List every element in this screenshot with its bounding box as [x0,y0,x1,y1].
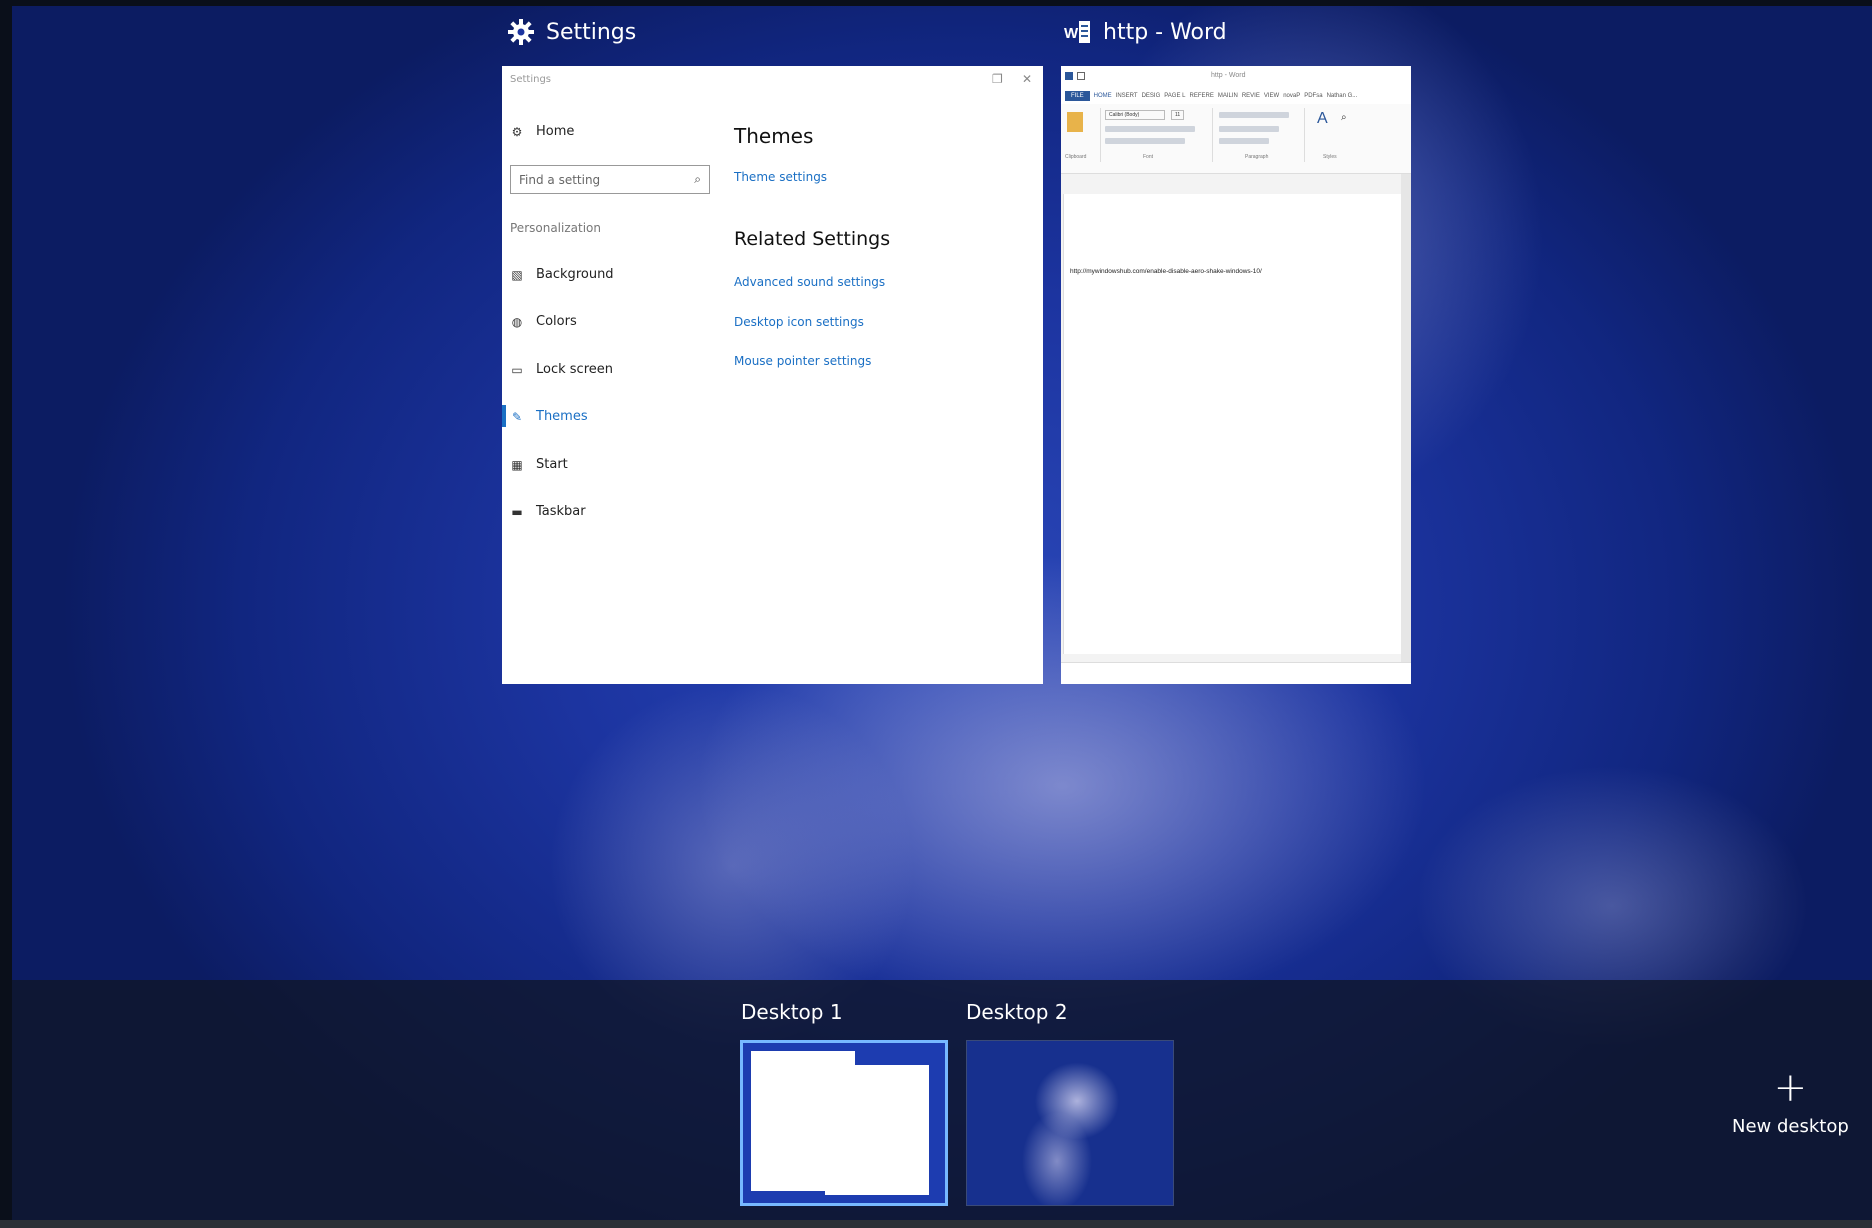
word-window-caption[interactable]: W http - Word [1063,17,1227,47]
restore-icon[interactable]: ❐ [992,72,1003,86]
nav-home-label: Home [536,124,575,139]
ribbon-group-paragraph: Paragraph [1215,108,1305,162]
tab-page-layout[interactable]: PAGE L [1164,93,1185,99]
font-name-select[interactable]: Calibri (Body) [1105,110,1165,120]
monitor-icon: ▭ [511,362,523,377]
picture-icon: ▧ [511,267,523,282]
ribbon-tabs: FILE HOME INSERT DESIG PAGE L REFERE MAI… [1061,88,1411,104]
word-caption-title: http - Word [1103,19,1227,45]
settings-window-title: Settings [510,74,552,85]
tab-home[interactable]: HOME [1094,93,1112,99]
document-text: http://mywindowshub.com/enable-disable-a… [1070,268,1262,275]
nav-item-label: Lock screen [536,362,613,377]
nav-item-label: Background [536,267,614,282]
nav-item-colors[interactable]: ◍ Colors [510,314,577,329]
close-icon[interactable]: ✕ [1022,72,1032,86]
desktop-1-thumbnail[interactable] [740,1040,948,1206]
user-name: Nathan G... [1326,93,1358,99]
search-input[interactable]: Find a setting ⌕ [510,165,710,194]
ribbon-group-font: Calibri (Body) 11 Font [1103,108,1213,162]
save-icon[interactable] [1077,72,1085,80]
desktop-1-label[interactable]: Desktop 1 [741,1000,843,1024]
screen-edge-top [0,0,1872,6]
ribbon-group-label: Paragraph [1245,154,1269,160]
word-status-bar [1061,662,1411,684]
nav-item-label: Colors [536,314,577,329]
tab-insert[interactable]: INSERT [1116,93,1138,99]
tab-mailings[interactable]: MAILIN [1218,93,1238,99]
desktop-icon-link[interactable]: Desktop icon settings [734,315,864,329]
nav-item-label: Themes [536,409,588,424]
nav-item-lock-screen[interactable]: ▭ Lock screen [510,362,613,377]
start-icon: ▦ [511,457,523,472]
word-titlebar: http - Word [1061,66,1411,88]
tab-references[interactable]: REFERE [1189,93,1213,99]
page-title: Themes [734,124,814,148]
vertical-scrollbar[interactable] [1401,174,1411,662]
search-icon: ⌕ [694,172,701,186]
ribbon-group-styles: A ⌕ Styles [1307,108,1367,162]
plus-icon: + [1773,1065,1808,1111]
nav-home[interactable]: ⚙ Home [510,124,575,139]
nav-item-label: Taskbar [536,504,586,519]
nav-item-label: Start [536,457,568,472]
theme-settings-link[interactable]: Theme settings [734,170,827,184]
word-document-page[interactable]: http://mywindowshub.com/enable-disable-a… [1063,194,1403,654]
paragraph-list-buttons[interactable] [1219,112,1289,118]
nav-item-background[interactable]: ▧ Background [510,267,614,282]
settings-window-thumbnail[interactable]: Settings ❐ ✕ ⚙ Home Find a setting ⌕ Per… [502,66,1043,684]
ribbon-group-label: Font [1143,154,1154,160]
settings-window-caption[interactable]: Settings [506,17,636,47]
tab-review[interactable]: REVIE [1242,93,1260,99]
related-settings-heading: Related Settings [734,228,891,250]
screen-edge [0,0,12,1228]
home-gear-icon: ⚙ [511,124,523,139]
settings-caption-title: Settings [546,19,637,45]
tab-design[interactable]: DESIG [1142,93,1161,99]
editing-icon[interactable]: ⌕ [1341,112,1347,123]
paste-icon[interactable] [1067,112,1083,132]
svg-text:W: W [1064,25,1079,42]
paragraph-shading-buttons[interactable] [1219,138,1269,144]
advanced-sound-link[interactable]: Advanced sound settings [734,275,885,289]
ribbon-group-label: Clipboard [1065,154,1087,160]
tab-novapdf[interactable]: novaP [1283,93,1300,99]
palette-icon: ◍ [511,314,523,329]
word-titlebar-text: http - Word [1211,72,1246,79]
tab-pdfsam[interactable]: PDFsa [1304,93,1322,99]
active-indicator [502,405,506,427]
tab-file[interactable]: FILE [1065,91,1090,101]
taskbar-edge [0,1220,1872,1228]
word-icon: W [1063,17,1093,47]
ribbon-group-clipboard: Clipboard [1061,108,1101,162]
nav-item-taskbar[interactable]: ▬ Taskbar [510,504,586,519]
nav-item-themes[interactable]: ✎ Themes [510,409,588,424]
styles-icon[interactable]: A [1317,110,1328,128]
mouse-pointer-link[interactable]: Mouse pointer settings [734,354,871,368]
new-desktop-label: New desktop [1732,1116,1849,1137]
ribbon-group-label: Styles [1323,154,1337,160]
taskbar-icon: ▬ [511,504,523,519]
gear-icon [506,17,536,47]
thumb-settings-window [825,1065,929,1195]
font-color-buttons[interactable] [1105,138,1185,144]
tab-view[interactable]: VIEW [1264,93,1279,99]
font-size-select[interactable]: 11 [1171,110,1185,120]
new-desktop-button[interactable]: + New desktop [1732,1068,1849,1137]
word-window-thumbnail[interactable]: http - Word FILE HOME INSERT DESIG PAGE … [1061,66,1411,684]
desktop-2-thumbnail[interactable] [966,1040,1174,1206]
word-ribbon: Clipboard Calibri (Body) 11 Font Paragra… [1061,104,1411,174]
search-placeholder: Find a setting [519,172,601,187]
font-format-buttons[interactable] [1105,126,1195,132]
nav-item-start[interactable]: ▦ Start [510,457,568,472]
word-app-icon [1065,72,1073,80]
section-label-personalization: Personalization [510,221,601,235]
brush-icon: ✎ [511,409,523,424]
desktop-2-label[interactable]: Desktop 2 [966,1000,1068,1024]
paragraph-align-buttons[interactable] [1219,126,1279,132]
